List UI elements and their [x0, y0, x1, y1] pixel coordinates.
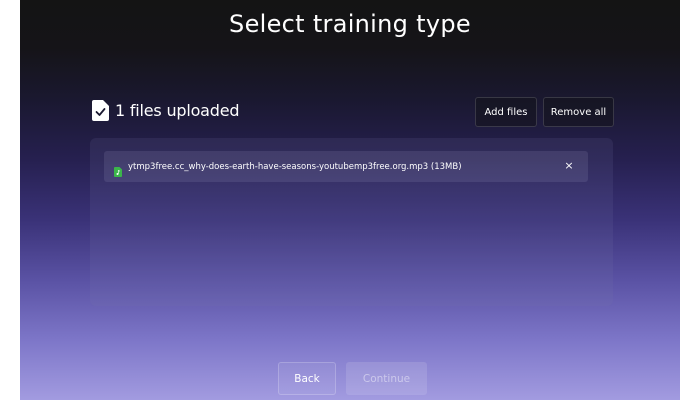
document-check-icon: [92, 100, 109, 121]
file-name: ytmp3free.cc_why-does-earth-have-seasons…: [128, 161, 462, 172]
app-frame: Select training type 1 files uploaded Ad…: [20, 0, 680, 400]
file-list-item: ytmp3free.cc_why-does-earth-have-seasons…: [104, 151, 588, 182]
file-list-panel: ytmp3free.cc_why-does-earth-have-seasons…: [90, 138, 613, 306]
upload-summary: 1 files uploaded: [92, 100, 240, 121]
back-button[interactable]: Back: [278, 362, 336, 395]
remove-file-icon[interactable]: ×: [562, 159, 576, 173]
continue-button[interactable]: Continue: [346, 362, 427, 395]
upload-count-text: 1 files uploaded: [115, 101, 240, 120]
page-title: Select training type: [229, 10, 471, 38]
audio-file-icon: [114, 162, 122, 177]
add-files-button[interactable]: Add files: [475, 97, 537, 127]
remove-all-button[interactable]: Remove all: [543, 97, 614, 127]
